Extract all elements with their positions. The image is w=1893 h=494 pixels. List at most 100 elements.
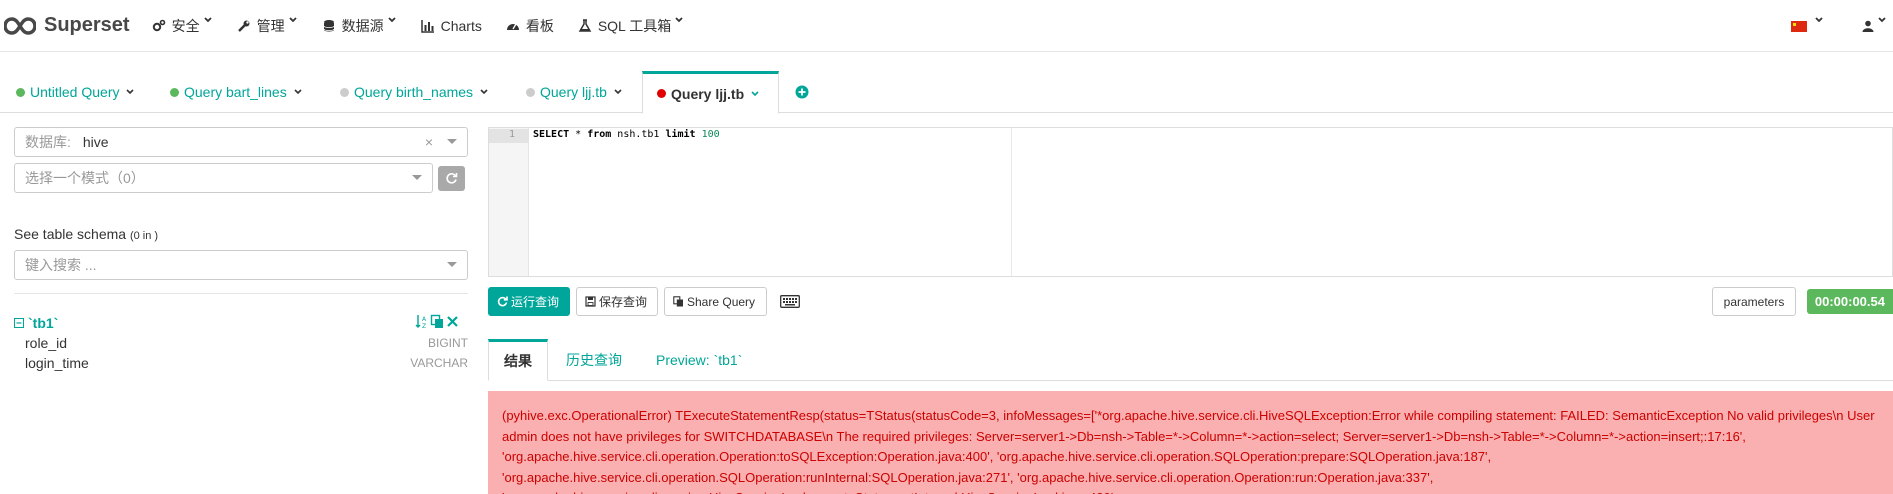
- dropdown-arrow-icon[interactable]: [447, 262, 457, 267]
- nav-charts-label: Charts: [440, 17, 482, 34]
- user-menu[interactable]: [1862, 17, 1887, 32]
- nav-datasources[interactable]: 数据源: [322, 0, 397, 52]
- status-dot: [170, 87, 179, 97]
- clear-icon[interactable]: ×: [425, 134, 433, 150]
- query-tabs: Untitled Query Query bart_lines Query bi…: [0, 71, 1893, 114]
- table-name-label: `tb1`: [28, 315, 59, 331]
- dropdown-arrow-icon[interactable]: [412, 175, 422, 180]
- error-alert: (pyhive.exc.OperationalError) TExecuteSt…: [488, 391, 1893, 494]
- sql-text: nsh.tb1: [611, 129, 666, 140]
- sql-keyword: limit: [665, 129, 696, 140]
- add-tab-icon[interactable]: [795, 85, 809, 99]
- refresh-icon: [446, 173, 458, 184]
- svg-text:A: A: [422, 316, 427, 323]
- flask-icon: [578, 18, 592, 32]
- status-dot: [526, 87, 535, 97]
- tab-results-label: 结果: [504, 353, 532, 369]
- run-query-label: 运行查询: [511, 295, 560, 309]
- nav-sql-lab-label: SQL 工具箱: [597, 17, 672, 34]
- sql-keyword: from: [587, 129, 612, 140]
- dropdown-arrow-icon[interactable]: [447, 139, 457, 144]
- wrench-icon: [237, 20, 250, 32]
- brand[interactable]: Superset: [4, 0, 130, 52]
- caret-down-icon: [387, 16, 396, 22]
- sql-editor[interactable]: 1 SELECT * from nsh.tb1 limit 100: [488, 127, 1893, 277]
- column-row: role_id BIGINT: [25, 335, 468, 351]
- caret-down-icon: [675, 16, 683, 22]
- chevron-down-icon[interactable]: [750, 89, 760, 99]
- parameters-label: parameters: [1723, 294, 1785, 309]
- svg-text:Z: Z: [422, 323, 426, 329]
- tab-query-bart-lines[interactable]: Query bart_lines: [170, 71, 303, 113]
- query-toolbar: 运行查询 保存查询 Share Query parameters 00:00:0…: [488, 287, 1893, 317]
- share-query-button[interactable]: Share Query: [664, 287, 767, 316]
- nav-manage[interactable]: 管理: [237, 0, 298, 52]
- superset-logo-icon: [4, 16, 36, 35]
- table-search-select[interactable]: 键入搜索 ...: [14, 250, 468, 280]
- tab-query-ljj-tb[interactable]: Query ljj.tb: [526, 71, 623, 113]
- column-name: role_id: [25, 335, 68, 351]
- tab-query-history[interactable]: 历史查询: [566, 339, 622, 381]
- chevron-down-icon[interactable]: [125, 87, 135, 97]
- chevron-down-icon[interactable]: [479, 87, 489, 97]
- sort-icon[interactable]: AZ: [415, 314, 430, 329]
- status-dot: [16, 87, 25, 97]
- run-query-button[interactable]: 运行查询: [488, 287, 570, 316]
- user-icon: [1862, 20, 1874, 32]
- copy-icon: [673, 296, 683, 307]
- sql-code[interactable]: SELECT * from nsh.tb1 limit 100: [533, 129, 720, 140]
- status-dot: [657, 89, 666, 98]
- schema-placeholder: 选择一个模式（0）: [25, 170, 145, 186]
- refresh-schema-button[interactable]: [438, 166, 465, 191]
- result-tabs: 结果 历史查询 Preview: `tb1`: [488, 339, 1893, 381]
- table-name[interactable]: `tb1`: [14, 315, 58, 331]
- database-value: hive: [82, 134, 109, 150]
- nav-charts[interactable]: Charts: [420, 0, 482, 52]
- tab-label: Query ljj.tb: [671, 85, 745, 102]
- cn-flag-icon: [1791, 20, 1807, 32]
- nav-security-label: 安全: [171, 17, 200, 34]
- tab-query-birth-names[interactable]: Query birth_names: [340, 71, 489, 113]
- tab-query-ljj-tb-active[interactable]: Query ljj.tb: [642, 71, 779, 114]
- caret-down-icon: [1878, 17, 1886, 23]
- keyboard-icon[interactable]: [780, 295, 800, 308]
- nav-manage-label: 管理: [256, 17, 285, 34]
- dashboard-icon: [506, 23, 519, 30]
- divider: [14, 293, 468, 294]
- sql-number: 100: [701, 129, 720, 140]
- see-table-schema-label: See table schema (0 in ): [14, 226, 158, 242]
- tab-results[interactable]: 结果: [488, 339, 548, 381]
- editor-gutter: [489, 128, 529, 276]
- copy-icon[interactable]: [430, 314, 445, 329]
- tab-label: Query birth_names: [354, 84, 474, 100]
- close-icon[interactable]: [445, 314, 460, 329]
- tab-preview[interactable]: Preview: `tb1`: [656, 339, 742, 381]
- nav-dashboards[interactable]: 看板: [506, 0, 554, 52]
- tab-untitled-query[interactable]: Untitled Query: [16, 71, 135, 113]
- chevron-down-icon[interactable]: [613, 87, 623, 97]
- language-picker[interactable]: [1791, 17, 1824, 32]
- nav-security[interactable]: 安全: [152, 0, 213, 52]
- chevron-down-icon[interactable]: [293, 87, 303, 97]
- column-name: login_time: [25, 355, 89, 371]
- refresh-icon: [497, 296, 508, 307]
- nav-datasources-label: 数据源: [341, 17, 384, 34]
- top-navbar: Superset 安全 管理 数据源 Charts 看板 SQL 工具箱: [0, 0, 1893, 52]
- parameters-button[interactable]: parameters: [1712, 287, 1796, 316]
- caret-down-icon: [1815, 17, 1823, 23]
- nav-dashboards-label: 看板: [525, 17, 554, 34]
- nav-sql-lab[interactable]: SQL 工具箱: [578, 0, 684, 52]
- column-type: VARCHAR: [410, 356, 468, 370]
- schema-select[interactable]: 选择一个模式（0）: [14, 163, 433, 193]
- navbar-right: [1791, 0, 1893, 52]
- print-margin: [1011, 128, 1012, 276]
- save-query-button[interactable]: 保存查询: [576, 287, 658, 316]
- save-query-label: 保存查询: [599, 295, 648, 309]
- collapse-icon[interactable]: [14, 318, 24, 328]
- database-select[interactable]: 数据库: hive ×: [14, 127, 468, 157]
- column-type: BIGINT: [427, 336, 468, 350]
- cogs-icon: [152, 19, 165, 31]
- column-row: login_time VARCHAR: [25, 355, 468, 371]
- sql-text: *: [569, 129, 588, 140]
- see-schema-count: (0 in ): [129, 230, 159, 242]
